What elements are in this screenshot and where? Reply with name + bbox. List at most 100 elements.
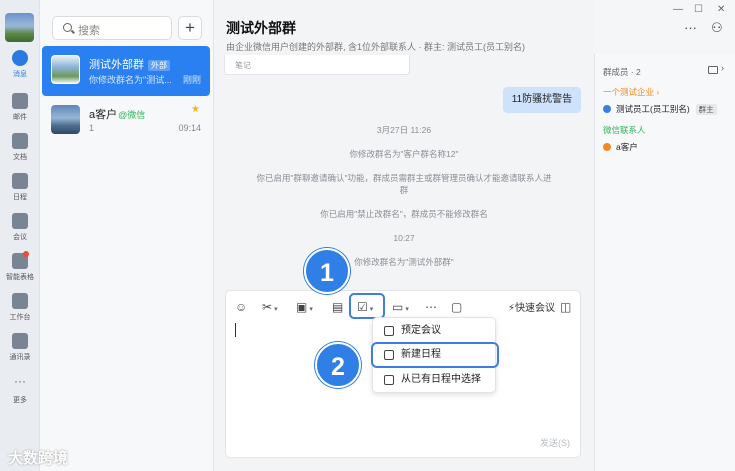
document-icon: [12, 133, 28, 149]
add-member-icon[interactable]: ⚇: [711, 20, 723, 36]
star-icon: ★: [191, 104, 200, 115]
calendar-icon: [384, 350, 394, 360]
member-name: a客户: [616, 142, 638, 152]
schedule-dropdown-menu: 预定会议 新建日程 从已有日程中选择: [371, 317, 499, 393]
maximize-icon[interactable]: ☐: [694, 4, 703, 15]
menu-item-book-meeting[interactable]: 预定会议: [373, 320, 497, 342]
rail-item-label: 消息: [13, 71, 27, 78]
screen-share-icon[interactable]: ▢: [451, 299, 462, 315]
more-options-icon[interactable]: ⋯: [425, 299, 437, 315]
meeting-icon: [12, 213, 28, 229]
folder-icon[interactable]: ▭: [392, 299, 409, 315]
callout-number-2: 2: [315, 342, 361, 388]
conversation-preview: 你修改群名为"测试...: [89, 75, 172, 85]
conversation-list: 搜索 + 测试外部群 外部 你修改群名为"测试... 刚刚 a客户@微信 ★ 1 …: [40, 0, 214, 471]
menu-item-label: 从已有日程中选择: [401, 374, 481, 385]
image-icon[interactable]: ▣: [296, 299, 313, 315]
send-button[interactable]: 发送(S): [540, 436, 570, 449]
contact-avatar: [51, 105, 80, 134]
rail-item-label: 文档: [13, 154, 27, 161]
conversation-preview: 1: [89, 123, 95, 133]
menu-item-new-schedule[interactable]: 新建日程: [371, 342, 499, 368]
contacts-icon: [12, 333, 28, 349]
wechat-group-label: 微信联系人: [603, 125, 646, 135]
rail-item-docs[interactable]: 文档: [0, 133, 40, 169]
system-message: 你已启用"禁止改群名"，群成员不能修改群名: [320, 209, 488, 219]
add-button[interactable]: +: [178, 16, 202, 40]
search-icon: [63, 23, 72, 32]
minimize-icon[interactable]: —: [673, 4, 683, 15]
chat-title: 测试外部群: [226, 20, 296, 36]
rail-item-messages[interactable]: 消息: [0, 50, 40, 86]
rail-item-workbench[interactable]: 工作台: [0, 293, 40, 329]
chat-bubble-icon: [12, 50, 28, 66]
left-rail: 消息 邮件 文档 日程 会议 智能表格 工作台 通讯录 ··· 更多: [0, 0, 40, 471]
user-avatar[interactable]: [5, 13, 34, 42]
rail-item-contacts[interactable]: 通讯录: [0, 333, 40, 369]
message-bubble[interactable]: 11防骚扰警告: [503, 87, 581, 113]
scissors-icon[interactable]: ✂: [262, 299, 278, 315]
lightning-icon: ⚡: [508, 303, 516, 314]
member-row[interactable]: a客户: [603, 141, 638, 153]
conversation-item-a-client[interactable]: a客户@微信 ★ 1 09:14: [42, 96, 210, 146]
file-icon[interactable]: ▤: [332, 299, 343, 315]
workbench-icon: [12, 293, 28, 309]
mail-icon[interactable]: [708, 66, 718, 74]
system-message: 你修改群名为"客户群名称12": [349, 149, 459, 159]
system-timestamp: 3月27日 11:26: [376, 125, 432, 135]
members-title: 群成员 · 2: [603, 67, 641, 77]
group-avatar: [51, 55, 80, 84]
notification-dot: [23, 251, 29, 257]
conversation-time: 09:14: [178, 123, 201, 133]
chat-panel: 测试外部群 由企业微信用户创建的外部群, 含1位外部联系人 · 群主: 测试员工…: [214, 0, 594, 471]
close-icon[interactable]: ✕: [717, 4, 725, 15]
watermark: 大数跨境: [8, 450, 69, 467]
system-message: 你修改群名为"测试外部群": [354, 257, 454, 267]
system-timestamp: 10:27: [393, 233, 415, 243]
mail-icon: [12, 93, 28, 109]
quick-meeting-button[interactable]: ⚡快速会议: [508, 299, 555, 314]
rail-item-label: 日程: [13, 194, 27, 201]
members-panel: 群成员 · 2 › 一个测试企业 › 测试员工(员工别名) 群主 微信联系人 a客…: [594, 54, 735, 471]
rail-item-label: 通讯录: [9, 354, 31, 361]
menu-item-label: 新建日程: [401, 349, 441, 360]
conversation-name: 测试外部群 外部: [89, 56, 170, 72]
search-input[interactable]: 搜索: [52, 16, 172, 40]
system-message: 你已启用"群聊邀请确认"功能，群成员需群主或群管理员确认才能邀请联系人进群: [256, 173, 552, 195]
search-placeholder: 搜索: [78, 25, 100, 37]
rail-item-calendar[interactable]: 日程: [0, 173, 40, 209]
rail-item-smart-sheet[interactable]: 智能表格: [0, 251, 40, 289]
chat-subtitle: 由企业微信用户创建的外部群, 含1位外部联系人 · 群主: 测试员工(员工别名): [226, 42, 526, 52]
more-icon: ···: [14, 374, 26, 388]
text-cursor: [235, 323, 236, 337]
enterprise-group-label[interactable]: 一个测试企业 ›: [603, 86, 659, 98]
rail-item-more[interactable]: ··· 更多: [0, 374, 40, 412]
conversation-name: a客户@微信: [89, 109, 146, 121]
wechat-tag: @微信: [118, 110, 146, 120]
calendar-icon: [12, 173, 28, 189]
note-label: 笔记: [235, 61, 251, 70]
rail-item-label: 会议: [13, 234, 27, 241]
rail-item-label: 工作台: [9, 314, 31, 321]
more-icon[interactable]: ···: [684, 20, 697, 35]
panel-toggle-icon[interactable]: ◫: [560, 299, 571, 315]
conversation-item-test-group[interactable]: 测试外部群 外部 你修改群名为"测试... 刚刚: [42, 46, 210, 96]
emoji-icon[interactable]: ☺: [235, 299, 247, 315]
member-name: 测试员工(员工别名): [616, 104, 690, 114]
checkbox-icon: [384, 326, 394, 336]
rail-item-mail[interactable]: 邮件: [0, 93, 40, 129]
list-icon: [384, 375, 394, 385]
external-tag: 外部: [148, 60, 170, 71]
chevron-right-icon[interactable]: ›: [721, 63, 724, 73]
rail-item-label: 邮件: [13, 114, 27, 121]
conversation-time: 刚刚: [182, 75, 201, 85]
quick-meeting-label: 快速会议: [515, 303, 556, 314]
rail-item-meeting[interactable]: 会议: [0, 213, 40, 249]
owner-badge: 群主: [695, 104, 717, 115]
person-icon: [603, 105, 611, 113]
member-row[interactable]: 测试员工(员工别名) 群主: [603, 103, 717, 115]
rail-item-label: 智能表格: [6, 274, 34, 281]
menu-item-label: 预定会议: [401, 325, 441, 336]
note-card[interactable]: 笔记: [224, 55, 410, 75]
menu-item-choose-existing[interactable]: 从已有日程中选择: [373, 369, 497, 391]
